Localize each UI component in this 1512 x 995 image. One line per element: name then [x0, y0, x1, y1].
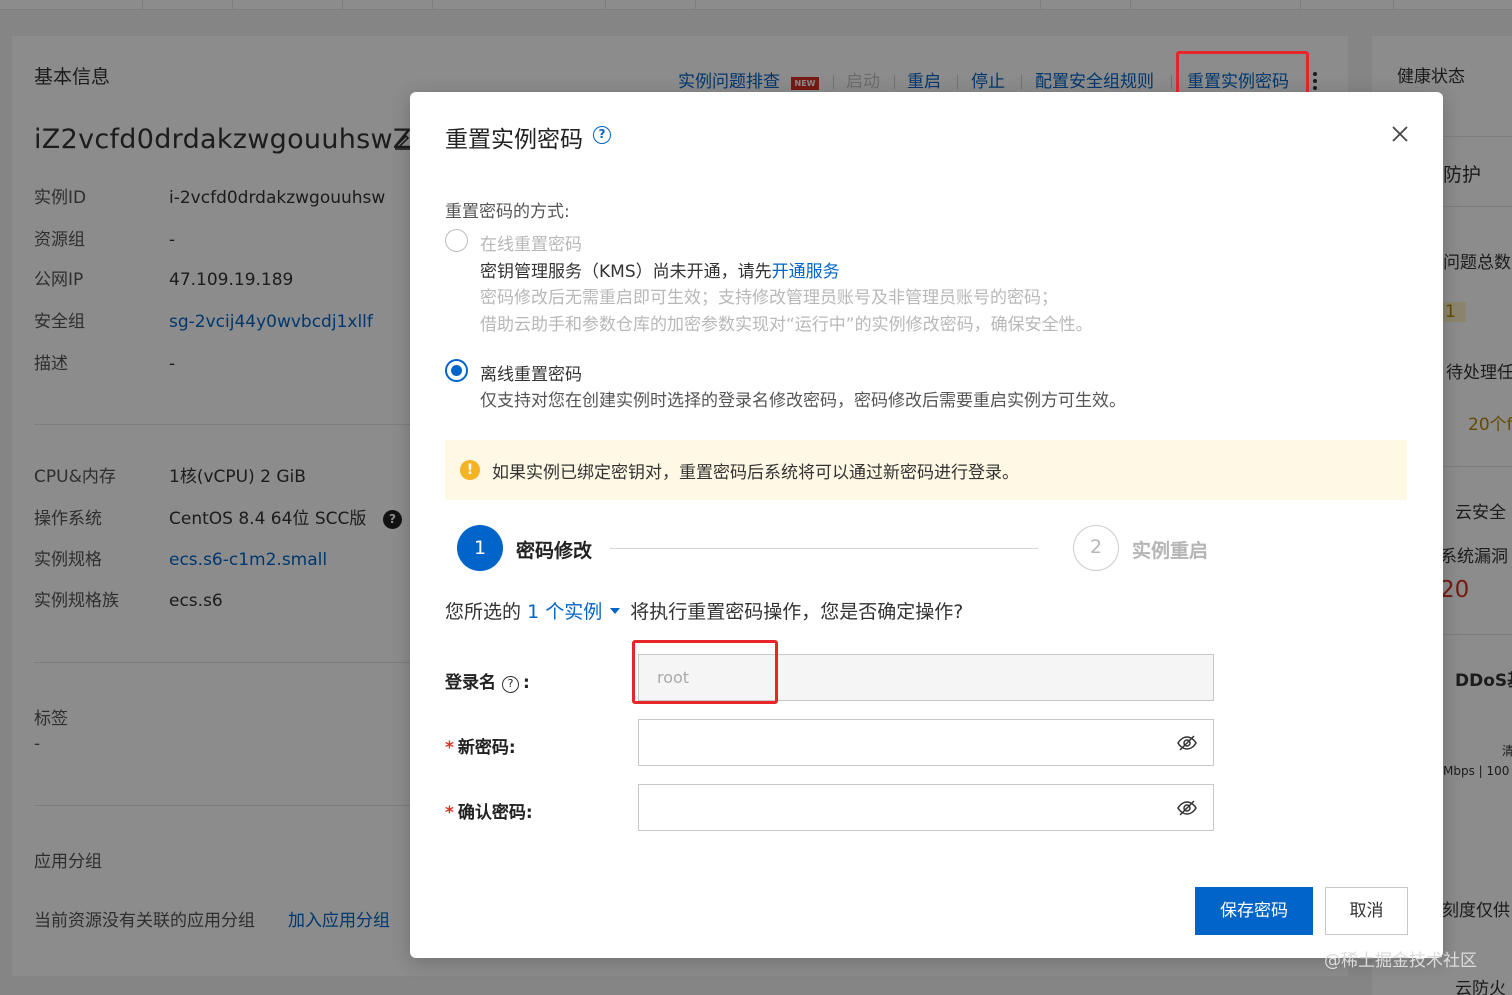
- step-1-label: 密码修改: [516, 540, 593, 562]
- step-2-label: 实例重启: [1132, 540, 1209, 562]
- warning-icon: !: [460, 460, 480, 480]
- confirm-password-label: * 确认密码:: [445, 803, 533, 823]
- eye-off-icon[interactable]: [1176, 797, 1198, 819]
- watermark: @稀土掘金技术社区: [1324, 951, 1477, 971]
- eye-off-icon[interactable]: [1176, 732, 1198, 754]
- new-password-input[interactable]: [638, 719, 1214, 766]
- new-password-label: * 新密码:: [445, 738, 516, 758]
- chevron-down-icon[interactable]: [610, 608, 621, 614]
- reset-method-label: 重置密码的方式:: [445, 202, 570, 222]
- step-2-icon: 2: [1073, 525, 1119, 571]
- selected-instances-dropdown[interactable]: 1 个实例: [527, 601, 602, 623]
- enable-service-link[interactable]: 开通服务: [772, 262, 840, 282]
- offline-reset-label: 离线重置密码: [480, 365, 582, 385]
- help-icon[interactable]: ?: [593, 126, 611, 144]
- highlight-box-reset-action: [1176, 51, 1309, 97]
- reset-password-dialog: 重置实例密码 ? 重置密码的方式: 在线重置密码 密钥管理服务（KMS）尚未开通…: [410, 92, 1443, 958]
- online-reset-radio[interactable]: [445, 229, 468, 252]
- offline-reset-radio[interactable]: [445, 359, 468, 382]
- online-desc-2: 借助云助手和参数仓库的加密参数实现对“运行中”的实例修改密码，确保安全性。: [480, 315, 1093, 335]
- dialog-title: 重置实例密码: [445, 127, 583, 153]
- offline-desc: 仅支持对您在创建实例时选择的登录名修改密码，密码修改后需要重启实例方可生效。: [480, 391, 1126, 411]
- cancel-button[interactable]: 取消: [1325, 887, 1408, 935]
- online-reset-label: 在线重置密码: [480, 235, 582, 255]
- close-icon[interactable]: [1388, 122, 1412, 146]
- step-connector: [610, 548, 1038, 549]
- save-password-button[interactable]: 保存密码: [1195, 887, 1313, 935]
- login-name-label: 登录名?:: [445, 673, 530, 693]
- kms-notice: 密钥管理服务（KMS）尚未开通，请先开通服务: [480, 262, 840, 282]
- online-desc-1: 密码修改后无需重启即可生效；支持修改管理员账号及非管理员账号的密码；: [480, 288, 1058, 308]
- step-1-icon: 1: [457, 525, 503, 571]
- login-help-icon[interactable]: ?: [502, 676, 519, 693]
- key-pair-notice: ! 如果实例已绑定密钥对，重置密码后系统将可以通过新密码进行登录。: [445, 440, 1407, 500]
- confirm-message: 您所选的 1 个实例 将执行重置密码操作，您是否确定操作?: [445, 601, 964, 623]
- notice-text: 如果实例已绑定密钥对，重置密码后系统将可以通过新密码进行登录。: [492, 463, 1019, 483]
- confirm-password-input[interactable]: [638, 784, 1214, 831]
- highlight-box-login-name: [632, 640, 778, 704]
